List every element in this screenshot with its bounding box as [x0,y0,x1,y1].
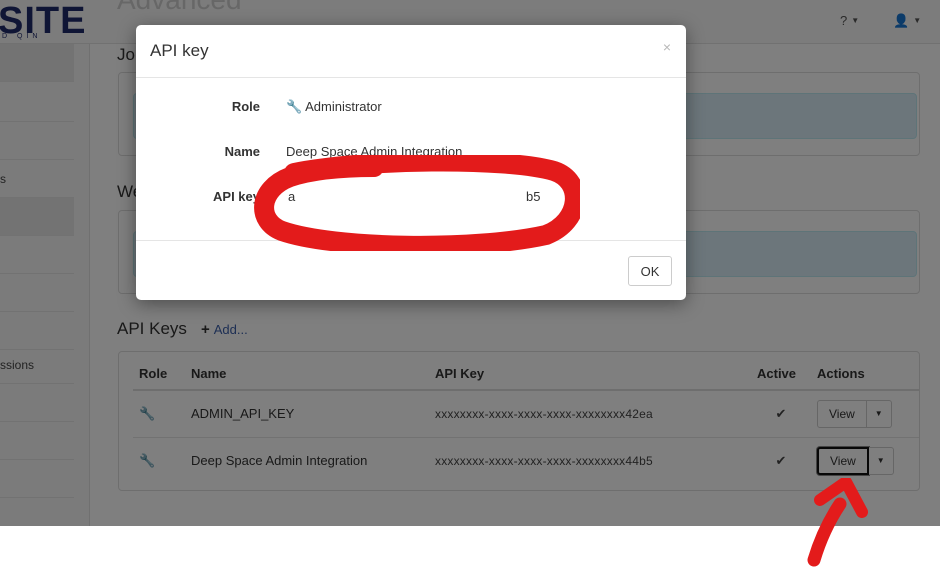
modal-title: API key [150,41,209,60]
red-redaction-scribble [254,155,580,251]
ok-button[interactable]: OK [628,256,672,286]
red-arrow-annotation [807,478,868,567]
close-icon[interactable]: × [663,39,671,55]
api-key-label: API key [213,189,260,204]
role-value-text: Administrator [305,99,382,114]
wrench-icon: 🔧 [286,99,303,114]
screenshot-stage: SITE D QIN Advanced ?▼ 👤▼ s ssions [0,0,940,568]
name-label: Name [224,144,260,159]
role-label: Role [231,99,260,114]
modal-header: API key × [136,25,686,78]
role-value: 🔧 Administrator [286,99,382,115]
